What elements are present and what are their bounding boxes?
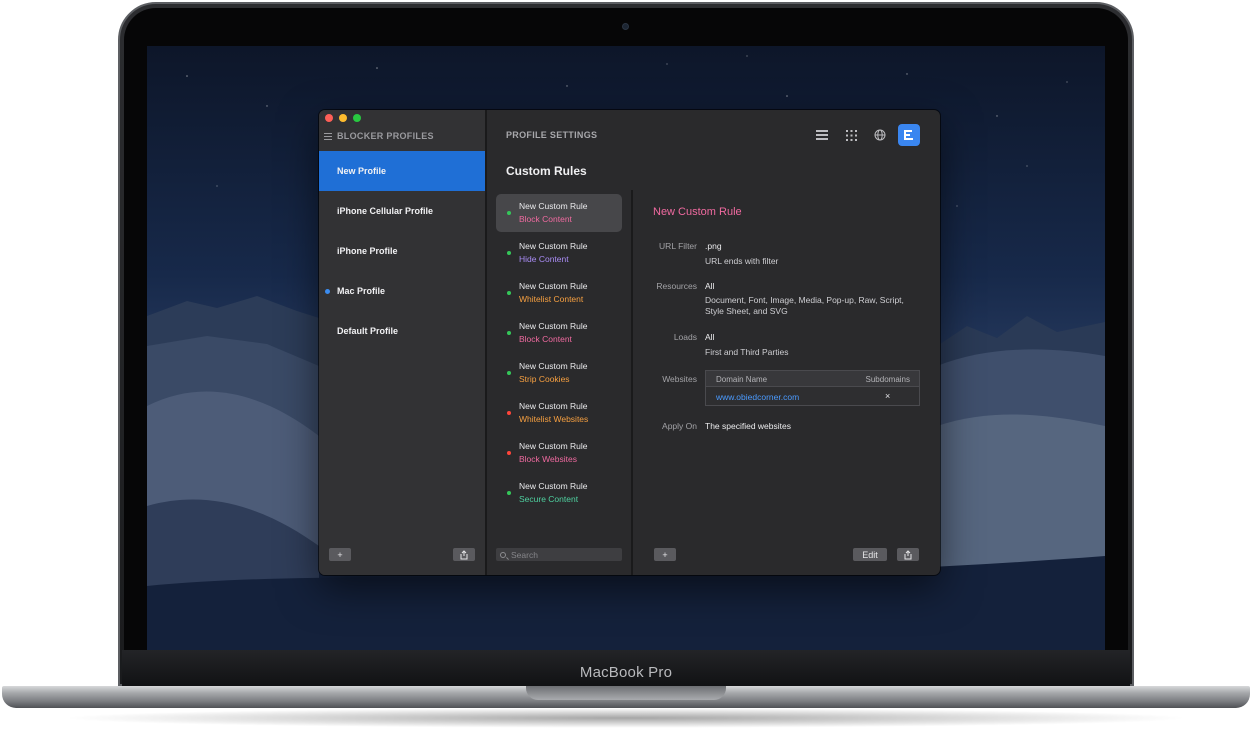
list-icon xyxy=(324,132,332,140)
profile-label: iPhone Profile xyxy=(337,246,398,256)
rule-type: Strip Cookies xyxy=(519,374,570,384)
profile-item-mac[interactable]: Mac Profile xyxy=(319,271,485,311)
rule-type: Whitelist Websites xyxy=(519,414,589,424)
status-dot-icon xyxy=(507,251,511,255)
rule-name: New Custom Rule xyxy=(519,361,588,371)
profile-item-new-profile[interactable]: New Profile xyxy=(319,151,485,191)
rule-item[interactable]: New Custom Rule Strip Cookies xyxy=(496,354,622,392)
laptop-notch xyxy=(526,686,726,700)
add-rule-button[interactable]: + xyxy=(654,548,676,561)
zoom-window-button[interactable] xyxy=(353,114,361,122)
rule-item[interactable]: New Custom Rule Whitelist Websites xyxy=(496,394,622,432)
apply-on-value: The specified websites xyxy=(705,421,791,431)
status-dot-icon xyxy=(507,291,511,295)
profile-item-iphone-cellular[interactable]: iPhone Cellular Profile xyxy=(319,191,485,231)
rule-type: Hide Content xyxy=(519,254,569,264)
laptop-shadow xyxy=(60,708,1192,728)
minimize-window-button[interactable] xyxy=(339,114,347,122)
websites-label: Websites xyxy=(662,374,697,384)
apply-on-label: Apply On xyxy=(662,421,697,431)
profile-item-default[interactable]: Default Profile xyxy=(319,311,485,351)
table-header: Domain Name Subdomains xyxy=(706,371,919,387)
rule-name: New Custom Rule xyxy=(519,321,588,331)
profile-label: Default Profile xyxy=(337,326,399,336)
rule-item[interactable]: New Custom Rule Block Content xyxy=(496,314,622,352)
loads-value: All xyxy=(705,332,715,342)
url-filter-description: URL ends with filter xyxy=(705,256,779,266)
globe-icon xyxy=(874,129,886,141)
subdomains-toggle[interactable]: × xyxy=(885,391,890,401)
loads-label: Loads xyxy=(673,332,697,342)
status-dot-icon xyxy=(507,331,511,335)
profile-item-iphone[interactable]: iPhone Profile xyxy=(319,231,485,271)
rule-item[interactable]: New Custom Rule Whitelist Content xyxy=(496,274,622,312)
close-window-button[interactable] xyxy=(325,114,333,122)
sidebar-divider xyxy=(485,110,487,575)
status-dot-icon xyxy=(507,451,511,455)
sidebar-title: BLOCKER PROFILES xyxy=(337,131,434,141)
search-icon xyxy=(500,551,506,558)
grid-icon xyxy=(845,129,857,141)
app-window: BLOCKER PROFILES New Profile iPhone Cell… xyxy=(319,110,940,575)
share-icon xyxy=(904,549,912,559)
rule-item[interactable]: New Custom Rule Secure Content xyxy=(496,474,622,512)
rule-type: Block Content xyxy=(519,214,572,224)
rule-name: New Custom Rule xyxy=(519,481,588,491)
grid-view-button[interactable] xyxy=(840,124,862,146)
camera-icon xyxy=(622,23,629,30)
rule-item[interactable]: New Custom Rule Block Websites xyxy=(496,434,622,472)
share-rule-button[interactable] xyxy=(897,548,919,561)
share-icon xyxy=(460,549,468,559)
url-filter-value: .png xyxy=(705,241,722,251)
list-icon xyxy=(816,130,828,140)
status-dot-icon xyxy=(507,371,511,375)
rule-type: Secure Content xyxy=(519,494,579,504)
sidebar-header: BLOCKER PROFILES xyxy=(324,130,434,142)
resources-label: Resources xyxy=(656,281,697,291)
rule-name: New Custom Rule xyxy=(519,281,588,291)
websites-table: Domain Name Subdomains www.obiedcorner.c… xyxy=(705,370,920,406)
resources-value: All xyxy=(705,281,715,291)
status-dot-icon xyxy=(507,411,511,415)
column-header-domain: Domain Name xyxy=(716,375,768,384)
rule-detail-title: New Custom Rule xyxy=(653,206,742,218)
section-title: Custom Rules xyxy=(506,164,587,178)
custom-rules-view-button[interactable] xyxy=(898,124,920,146)
column-header-subdomains: Subdomains xyxy=(865,375,910,384)
device-label: MacBook Pro xyxy=(579,664,673,681)
share-profile-button[interactable] xyxy=(453,548,475,561)
rule-item[interactable]: New Custom Rule Hide Content xyxy=(496,234,622,272)
rule-item[interactable]: New Custom Rule Block Content xyxy=(496,194,622,232)
add-profile-button[interactable]: + xyxy=(329,548,351,561)
search-input[interactable] xyxy=(511,549,615,560)
profile-label: New Profile xyxy=(337,166,387,176)
settings-header: PROFILE SETTINGS xyxy=(506,130,598,140)
profile-label: Mac Profile xyxy=(337,286,386,296)
list-view-button[interactable] xyxy=(811,124,833,146)
rule-type: Whitelist Content xyxy=(519,294,584,304)
search-field[interactable] xyxy=(496,548,622,561)
rule-name: New Custom Rule xyxy=(519,401,588,411)
rule-name: New Custom Rule xyxy=(519,201,588,211)
active-dot-icon xyxy=(325,289,330,294)
status-dot-icon xyxy=(507,211,511,215)
status-dot-icon xyxy=(507,491,511,495)
resources-description: Document, Font, Image, Media, Pop-up, Ra… xyxy=(705,295,904,316)
rule-type: Block Content xyxy=(519,334,572,344)
rule-name: New Custom Rule xyxy=(519,441,588,451)
rule-name: New Custom Rule xyxy=(519,241,588,251)
profiles-sidebar: BLOCKER PROFILES New Profile iPhone Cell… xyxy=(319,110,485,575)
url-filter-label: URL Filter xyxy=(659,241,697,251)
loads-description: First and Third Parties xyxy=(705,347,789,357)
websites-view-button[interactable] xyxy=(869,124,891,146)
edit-rule-button[interactable]: Edit xyxy=(853,548,887,561)
rules-icon xyxy=(904,130,913,140)
domain-link[interactable]: www.obiedcorner.com xyxy=(716,392,799,402)
profile-label: iPhone Cellular Profile xyxy=(337,206,434,216)
rule-type: Block Websites xyxy=(519,454,577,464)
